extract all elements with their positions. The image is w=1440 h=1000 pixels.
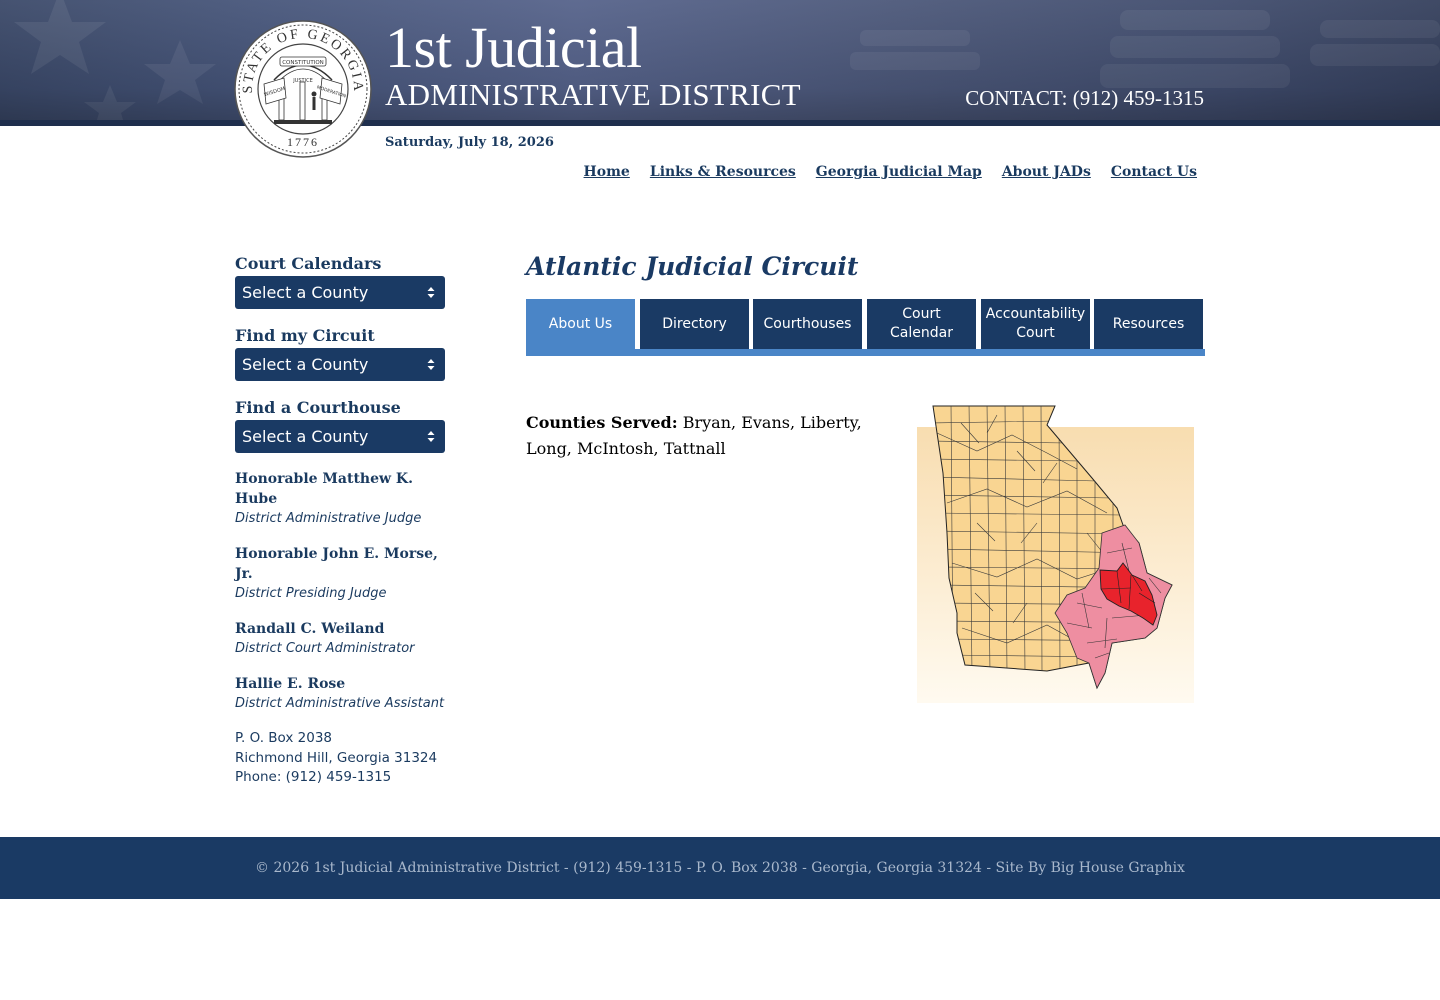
nav-home-link[interactable]: Home	[584, 164, 630, 180]
tab-about-us[interactable]: About Us	[526, 299, 635, 349]
site-subtitle: ADMINISTRATIVE DISTRICT	[385, 77, 801, 112]
staff-entry: Hallie E. Rose District Administrative A…	[235, 674, 450, 714]
staff-name: Honorable Matthew K. Hube	[235, 471, 413, 507]
court-calendars-county-select[interactable]: Select a County	[235, 276, 445, 309]
staff-title: District Court Administrator	[235, 641, 415, 656]
find-courthouse-select-value: Select a County	[242, 427, 369, 446]
select-arrows-icon	[427, 287, 435, 298]
find-circuit-heading: Find my Circuit	[235, 326, 375, 345]
staff-entry: Honorable Matthew K. Hube District Admin…	[235, 469, 450, 529]
counties-served: Counties Served: Bryan, Evans, Liberty, …	[526, 410, 896, 462]
address-line-1: P. O. Box 2038	[235, 730, 333, 746]
tabs-underline	[526, 349, 1205, 356]
georgia-seal-logo: STATE OF GEORGIA 1776 CONSTITUTION WISDO…	[234, 20, 372, 158]
tab-accountability-court[interactable]: Accountability Court	[981, 299, 1090, 349]
find-circuit-select-value: Select a County	[242, 355, 369, 374]
tab-resources[interactable]: Resources	[1094, 299, 1203, 349]
staff-title: District Administrative Judge	[235, 511, 422, 526]
staff-entry: Honorable John E. Morse, Jr. District Pr…	[235, 544, 450, 604]
staff-title: District Administrative Assistant	[235, 696, 445, 711]
staff-title: District Presiding Judge	[235, 586, 387, 601]
circuit-title: Atlantic Judicial Circuit	[526, 252, 859, 281]
footer-text: © 2026 1st Judicial Administrative Distr…	[255, 860, 1185, 876]
court-calendars-select-value: Select a County	[242, 283, 369, 302]
tab-courthouses[interactable]: Courthouses	[753, 299, 862, 349]
select-arrows-icon	[427, 359, 435, 370]
find-circuit-county-select[interactable]: Select a County	[235, 348, 445, 381]
header-banner: 1st Judicial ADMINISTRATIVE DISTRICT CON…	[0, 0, 1440, 126]
court-calendars-heading: Court Calendars	[235, 254, 382, 273]
address-phone: Phone: (912) 459-1315	[235, 769, 392, 785]
svg-text:JUSTICE: JUSTICE	[292, 78, 313, 84]
tab-court-calendar[interactable]: Court Calendar	[867, 299, 976, 349]
header-contact: CONTACT: (912) 459-1315	[965, 86, 1204, 110]
header-bottom-bar	[0, 120, 1440, 126]
nav-georgia-judicial-map-link[interactable]: Georgia Judicial Map	[816, 164, 982, 180]
select-arrows-icon	[427, 431, 435, 442]
tab-directory[interactable]: Directory	[640, 299, 749, 349]
address-line-2: Richmond Hill, Georgia 31324	[235, 749, 438, 766]
nav-about-jads-link[interactable]: About JADs	[1002, 164, 1091, 180]
current-date: Saturday, July 18, 2026	[385, 135, 554, 150]
nav-links-resources-link[interactable]: Links & Resources	[650, 164, 796, 180]
mailing-address: P. O. Box 2038 Richmond Hill, Georgia 31…	[235, 729, 450, 788]
sidebar: Court Calendars Select a County Find my …	[235, 253, 450, 788]
svg-text:1776: 1776	[287, 135, 319, 149]
georgia-circuit-map	[917, 405, 1194, 703]
svg-text:CONSTITUTION: CONSTITUTION	[282, 60, 324, 66]
staff-name: Hallie E. Rose	[235, 676, 346, 692]
staff-name: Randall C. Weiland	[235, 621, 385, 637]
staff-name: Honorable John E. Morse, Jr.	[235, 546, 438, 582]
site-title: 1st Judicial	[385, 15, 642, 80]
staff-entry: Randall C. Weiland District Court Admini…	[235, 619, 450, 659]
circuit-tabs: About Us Directory Courthouses Court Cal…	[526, 299, 1205, 356]
find-courthouse-county-select[interactable]: Select a County	[235, 420, 445, 453]
find-courthouse-heading: Find a Courthouse	[235, 398, 401, 417]
nav-contact-us-link[interactable]: Contact Us	[1111, 164, 1197, 180]
site-footer: © 2026 1st Judicial Administrative Distr…	[0, 837, 1440, 899]
counties-served-label: Counties Served:	[526, 413, 678, 432]
main-navigation: Home Links & Resources Georgia Judicial …	[584, 164, 1197, 180]
